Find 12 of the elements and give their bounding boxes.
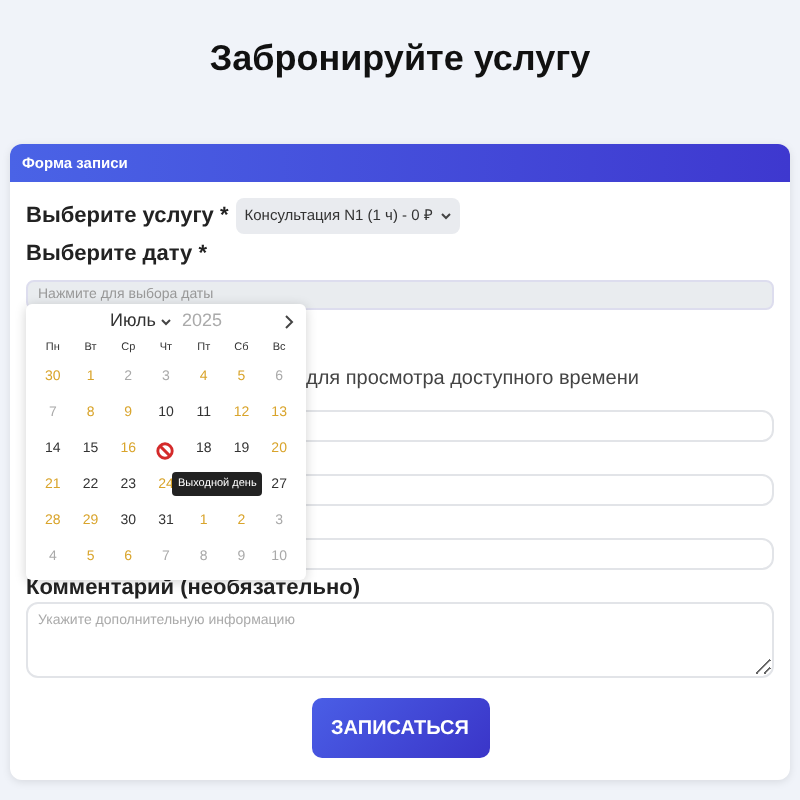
field-label: Выберите услугу *: [26, 201, 229, 232]
year-text: 2025: [181, 308, 222, 335]
hint-text: для просмотра доступного времени: [306, 366, 641, 392]
chevron-right-icon: [283, 314, 293, 330]
caret-icon: [159, 318, 172, 326]
caret-icon: [439, 212, 452, 220]
month-select[interactable]: Июль: [110, 308, 172, 336]
submit-button[interactable]: ЗАПИСАТЬСЯ: [311, 698, 489, 758]
page-title: Забронируйте услугу: [207, 36, 593, 82]
blocked-icon: [156, 441, 175, 459]
field-label: Выберите дату *: [26, 242, 210, 266]
field-label: Комментарий (необязательно): [26, 574, 363, 602]
